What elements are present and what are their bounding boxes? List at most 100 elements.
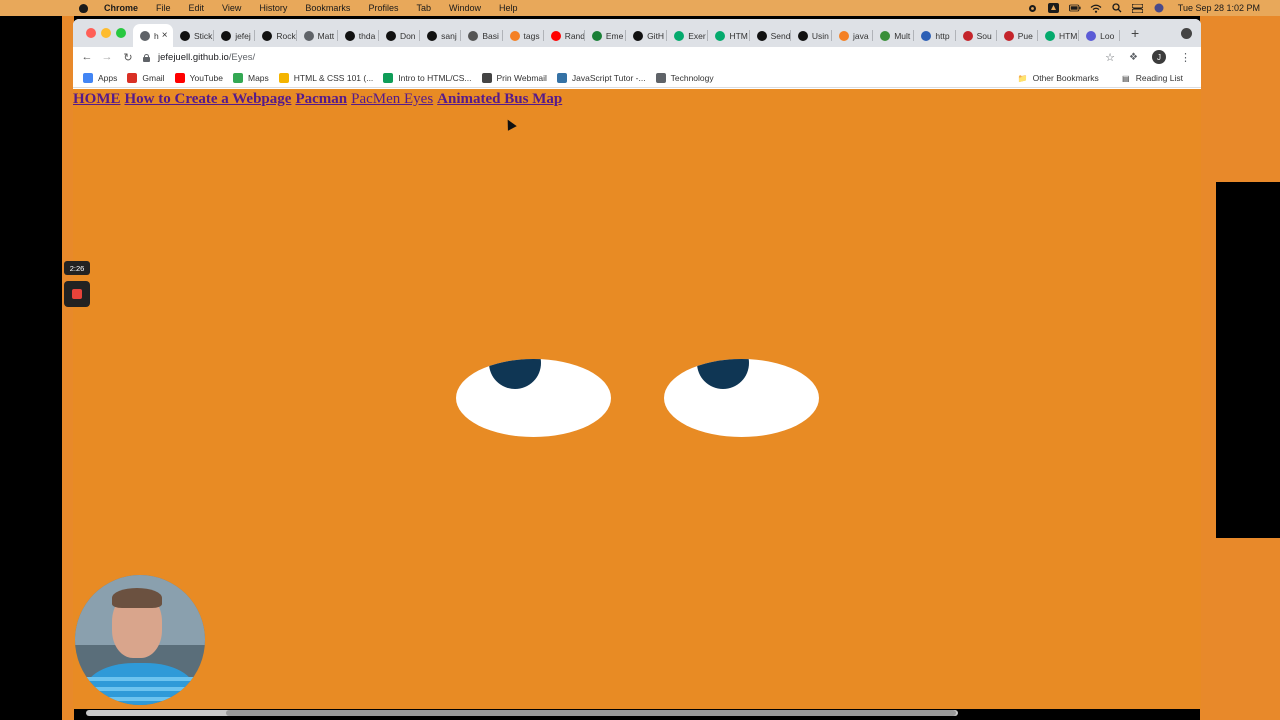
menu-file[interactable]: File [156, 3, 171, 13]
bookmark-item[interactable]: HTML & CSS 101 (... [278, 72, 373, 83]
background-window [1216, 182, 1280, 538]
tab-label: Don [399, 30, 416, 41]
menu-profiles[interactable]: Profiles [368, 3, 398, 13]
horizontal-scrollbar[interactable] [86, 710, 958, 716]
bookmark-star-icon[interactable]: ☆ [1105, 51, 1115, 64]
tab-label: GitH [647, 30, 665, 41]
tab-label: Pue [1017, 30, 1033, 41]
tab-22[interactable]: HTM [1038, 24, 1080, 47]
tab-23[interactable]: Loo [1079, 24, 1121, 47]
tab-label: Usin [811, 30, 829, 41]
menu-help[interactable]: Help [499, 3, 518, 13]
lock-icon[interactable] [143, 53, 150, 62]
bookmark-item[interactable]: Technology [655, 72, 714, 83]
zoom-window-button[interactable] [116, 28, 126, 38]
tab-10[interactable]: Rand [544, 24, 585, 47]
menu-window[interactable]: Window [449, 3, 481, 13]
profile-avatar[interactable]: J [1152, 50, 1166, 64]
bookmark-label: YouTube [189, 72, 223, 83]
tab-2[interactable]: jefej [214, 24, 256, 47]
slides-icon [278, 72, 289, 83]
github-icon [633, 30, 644, 41]
tab-15[interactable]: Send [750, 24, 791, 47]
tab-4[interactable]: Matt [297, 24, 338, 47]
tab-3[interactable]: Rock [255, 24, 297, 47]
nav-link-0[interactable]: HOME [73, 91, 121, 107]
minimize-window-button[interactable] [101, 28, 111, 38]
desktop-right [1200, 16, 1280, 720]
drive-icon[interactable] [1048, 3, 1060, 13]
bookmark-item[interactable]: Intro to HTML/CS... [383, 72, 472, 83]
tab-7[interactable]: sanj [420, 24, 462, 47]
tab-5[interactable]: thda [338, 24, 379, 47]
github-icon [221, 30, 232, 41]
tab-16[interactable]: Usin [791, 24, 832, 47]
tab-9[interactable]: tags [503, 24, 544, 47]
gmail-icon [127, 72, 138, 83]
tab-20[interactable]: Sou [956, 24, 997, 47]
battery-icon[interactable] [1068, 3, 1081, 13]
nav-link-2[interactable]: Pacman [295, 91, 347, 107]
tab-search-icon[interactable] [1181, 28, 1192, 39]
tab-21[interactable]: Pue [997, 24, 1038, 47]
address-bar[interactable]: jefejuell.github.io/Eyes/ [143, 48, 1133, 67]
tab-13[interactable]: Exer [667, 24, 709, 47]
menu-history[interactable]: History [259, 3, 287, 13]
nav-link-4[interactable]: Animated Bus Map [437, 91, 562, 107]
siri-icon[interactable] [1153, 3, 1165, 13]
bookmark-item[interactable]: Prin Webmail [481, 72, 547, 83]
tab-6[interactable]: Don [379, 24, 421, 47]
tab-0[interactable]: h × [133, 24, 173, 47]
tab-8[interactable]: Basi [461, 24, 503, 47]
bookmark-label: Maps [247, 72, 269, 83]
menu-bookmarks[interactable]: Bookmarks [305, 3, 350, 13]
new-tab-button[interactable]: + [1131, 25, 1139, 41]
tab-12[interactable]: GitH [626, 24, 668, 47]
tab-14[interactable]: HTM [708, 24, 750, 47]
webcam-overlay [75, 575, 205, 705]
mouse-cursor-icon [503, 117, 517, 131]
stop-recording-button[interactable] [64, 281, 90, 307]
forward-arrow-icon[interactable]: → [101, 51, 113, 63]
right-eye [664, 359, 819, 437]
tabs: h × Stick jefej Rock Matt thda Don sanj Basi tags R… [133, 24, 1141, 47]
webcam-shirt [85, 663, 195, 705]
link-icon [880, 30, 891, 41]
bookmark-item[interactable]: JavaScript Tutor -... [556, 72, 646, 83]
bookmark-label: Intro to HTML/CS... [398, 72, 472, 83]
search-icon[interactable] [1111, 3, 1123, 13]
close-window-button[interactable] [86, 28, 96, 38]
menu-view[interactable]: View [222, 3, 241, 13]
close-tab-icon[interactable]: × [162, 30, 168, 41]
tab-19[interactable]: http [914, 24, 956, 47]
bookmark-item[interactable]: Gmail [127, 72, 165, 83]
github-icon [427, 30, 438, 41]
gear-icon[interactable] [1027, 3, 1039, 13]
control-center-icon[interactable] [1132, 3, 1144, 13]
extensions-puzzle-icon[interactable]: ❖ [1129, 52, 1138, 63]
menu-edit[interactable]: Edit [189, 3, 205, 13]
bookmark-item[interactable]: Apps [83, 72, 117, 83]
tab-11[interactable]: Eme [585, 24, 627, 47]
bookmark-item[interactable]: Maps [232, 72, 269, 83]
more-menu-icon[interactable]: ⋮ [1180, 51, 1191, 64]
bookmark-item[interactable]: YouTube [174, 72, 223, 83]
compass-icon [140, 30, 150, 41]
reload-icon[interactable]: ↻ [122, 51, 134, 64]
nav-link-3[interactable]: PacMen Eyes [351, 91, 433, 107]
site-nav: HOME How to Create a Webpage Pacman PacMen … [73, 91, 566, 108]
scrollbar-thumb[interactable] [226, 710, 956, 716]
tab-17[interactable]: java [832, 24, 874, 47]
wifi-icon[interactable] [1090, 3, 1102, 13]
other-bookmarks[interactable]: 📁 Other Bookmarks [1018, 73, 1099, 83]
tab-label: thda [358, 30, 376, 41]
apple-icon[interactable] [76, 2, 90, 14]
back-arrow-icon[interactable]: ← [81, 51, 93, 63]
reading-list[interactable]: ▤ Reading List [1121, 73, 1183, 83]
menubar-clock[interactable]: Tue Sep 28 1:02 PM [1178, 3, 1260, 13]
tab-1[interactable]: Stick [173, 24, 215, 47]
tab-18[interactable]: Mult [873, 24, 915, 47]
nav-link-1[interactable]: How to Create a Webpage [125, 91, 292, 107]
menu-app[interactable]: Chrome [104, 3, 138, 13]
menu-tab[interactable]: Tab [416, 3, 431, 13]
